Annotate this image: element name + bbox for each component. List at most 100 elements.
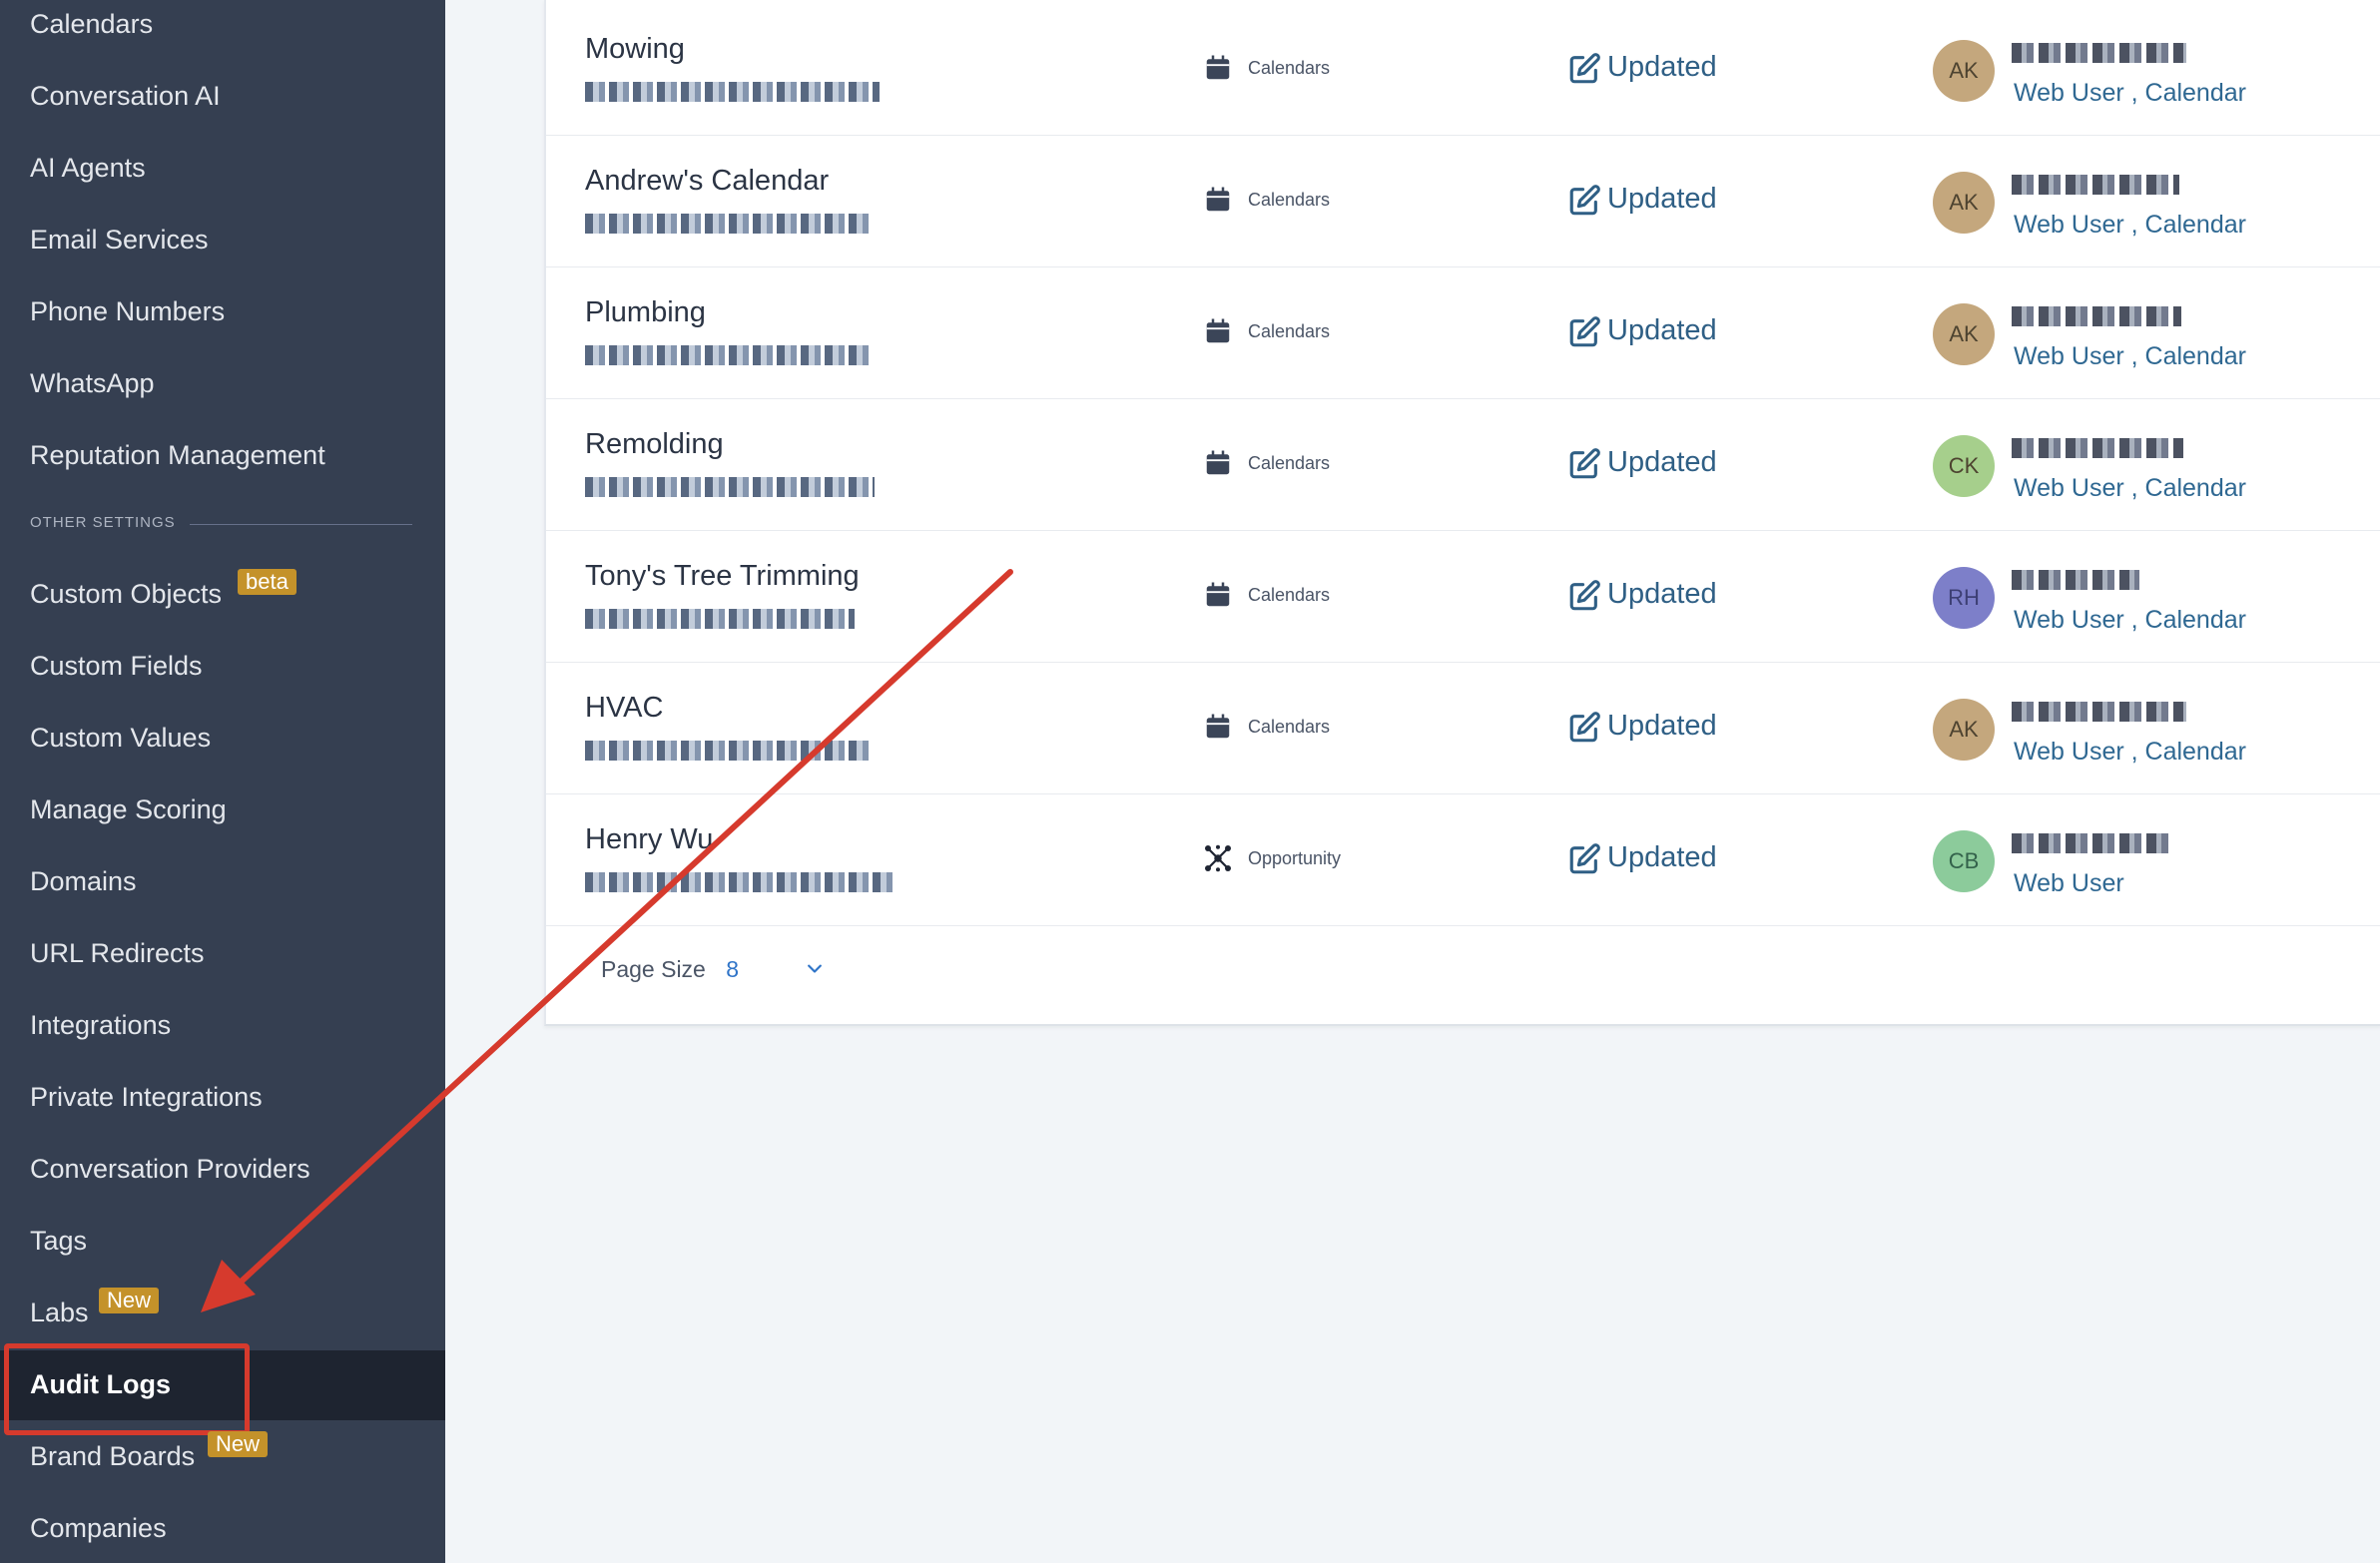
row-title: Tony's Tree Trimming xyxy=(585,560,860,592)
redacted-user-name xyxy=(2012,306,2181,326)
sidebar-item-conversation-ai[interactable]: Conversation AI xyxy=(30,79,221,113)
module-label: Calendars xyxy=(1248,58,1331,78)
sidebar-item-reputation-management[interactable]: Reputation Management xyxy=(30,438,325,472)
page-size-label: Page Size xyxy=(601,956,706,982)
sidebar-item-tags[interactable]: Tags xyxy=(30,1224,87,1258)
module-label: Calendars xyxy=(1248,585,1331,605)
table-row[interactable]: Henry Wu Opportunity Updated CB Web User xyxy=(546,793,2380,926)
row-title: HVAC xyxy=(585,692,664,724)
table-row[interactable]: Mowing Calendars Updated AK Web User , C… xyxy=(546,3,2380,136)
module-label: Calendars xyxy=(1248,190,1331,210)
sidebar-item-labs[interactable]: Labs xyxy=(30,1296,89,1329)
opportunity-icon xyxy=(1205,844,1231,872)
row-title: Remolding xyxy=(585,428,724,460)
redacted-id xyxy=(585,477,875,497)
section-divider xyxy=(190,524,412,525)
page-size-value[interactable]: 8 xyxy=(726,956,739,982)
action-label: Updated xyxy=(1607,710,1717,742)
sidebar-item-custom-objects[interactable]: Custom Objects xyxy=(30,577,222,611)
redacted-id xyxy=(585,741,871,761)
sidebar-item-conversation-providers[interactable]: Conversation Providers xyxy=(30,1152,310,1186)
sidebar-item-phone-numbers[interactable]: Phone Numbers xyxy=(30,294,225,328)
avatar: AK xyxy=(1933,40,1995,102)
table-row[interactable]: Tony's Tree Trimming Calendars Updated R… xyxy=(546,530,2380,663)
edit-icon xyxy=(1569,316,1600,347)
calendar-icon xyxy=(1206,450,1230,475)
action-label: Updated xyxy=(1607,183,1717,215)
sidebar-item-whatsapp[interactable]: WhatsApp xyxy=(30,366,155,400)
action-label: Updated xyxy=(1607,578,1717,610)
beta-badge: beta xyxy=(238,569,297,595)
calendar-icon xyxy=(1206,714,1230,739)
chevron-down-icon[interactable] xyxy=(805,959,825,979)
calendar-icon xyxy=(1206,187,1230,212)
row-title: Plumbing xyxy=(585,296,706,328)
user-source: Web User , Calendar xyxy=(2014,738,2246,766)
user-source: Web User , Calendar xyxy=(2014,474,2246,502)
table-row[interactable]: Remolding Calendars Updated CK Web User … xyxy=(546,398,2380,531)
action-label: Updated xyxy=(1607,314,1717,346)
avatar: RH xyxy=(1933,567,1995,629)
user-source: Web User , Calendar xyxy=(2014,211,2246,239)
edit-icon xyxy=(1569,185,1600,216)
avatar: AK xyxy=(1933,699,1995,761)
module-label: Calendars xyxy=(1248,717,1331,737)
redacted-id xyxy=(585,214,870,234)
calendar-icon xyxy=(1206,318,1230,343)
sidebar-item-url-redirects[interactable]: URL Redirects xyxy=(30,936,205,970)
module-label: Calendars xyxy=(1248,453,1331,473)
edit-icon xyxy=(1569,843,1600,874)
page-size-selector[interactable]: Page Size 8 xyxy=(601,956,822,983)
edit-icon xyxy=(1569,580,1600,611)
avatar: AK xyxy=(1933,172,1995,234)
user-source: Web User , Calendar xyxy=(2014,342,2246,370)
avatar: CB xyxy=(1933,830,1995,892)
section-label-other-settings: OTHER SETTINGS xyxy=(30,514,176,531)
redacted-user-name xyxy=(2012,570,2139,590)
redacted-user-name xyxy=(2012,702,2186,722)
sidebar-item-manage-scoring[interactable]: Manage Scoring xyxy=(30,792,227,826)
calendar-icon xyxy=(1206,582,1230,607)
calendar-icon xyxy=(1206,55,1230,80)
edit-icon xyxy=(1569,712,1600,743)
user-source: Web User , Calendar xyxy=(2014,79,2246,107)
redacted-user-name xyxy=(2012,175,2179,195)
edit-icon xyxy=(1569,448,1600,479)
sidebar-item-custom-values[interactable]: Custom Values xyxy=(30,721,211,755)
action-label: Updated xyxy=(1607,51,1717,83)
sidebar-item-custom-fields[interactable]: Custom Fields xyxy=(30,649,203,683)
sidebar: Calendars Conversation AI AI Agents Emai… xyxy=(0,0,445,1563)
avatar: CK xyxy=(1933,435,1995,497)
row-title: Andrew's Calendar xyxy=(585,165,830,197)
user-source: Web User , Calendar xyxy=(2014,606,2246,634)
sidebar-item-companies[interactable]: Companies xyxy=(30,1511,167,1545)
row-title: Henry Wu xyxy=(585,823,714,855)
redacted-id xyxy=(585,345,873,365)
sidebar-item-integrations[interactable]: Integrations xyxy=(30,1008,171,1042)
action-label: Updated xyxy=(1607,841,1717,873)
highlight-annotation-box xyxy=(4,1343,250,1435)
redacted-id xyxy=(585,872,894,892)
edit-icon xyxy=(1569,53,1600,84)
sidebar-item-ai-agents[interactable]: AI Agents xyxy=(30,151,146,185)
sidebar-item-calendars[interactable]: Calendars xyxy=(30,7,153,41)
new-badge-brand-boards: New xyxy=(208,1431,269,1457)
table-row[interactable]: Andrew's Calendar Calendars Updated AK W… xyxy=(546,135,2380,267)
audit-log-table: Mowing Calendars Updated AK Web User , C… xyxy=(544,0,2380,1026)
sidebar-item-email-services[interactable]: Email Services xyxy=(30,223,209,257)
sidebar-item-domains[interactable]: Domains xyxy=(30,864,137,898)
table-row[interactable]: Plumbing Calendars Updated AK Web User ,… xyxy=(546,266,2380,399)
redacted-user-name xyxy=(2012,833,2169,853)
sidebar-item-brand-boards[interactable]: Brand Boards xyxy=(30,1439,195,1473)
redacted-user-name xyxy=(2012,438,2183,458)
sidebar-item-private-integrations[interactable]: Private Integrations xyxy=(30,1080,263,1114)
table-row[interactable]: HVAC Calendars Updated AK Web User , Cal… xyxy=(546,662,2380,794)
new-badge-labs: New xyxy=(99,1288,160,1313)
user-source: Web User xyxy=(2014,869,2124,897)
redacted-id xyxy=(585,609,855,629)
content-background xyxy=(445,1074,2380,1563)
redacted-id xyxy=(585,82,880,102)
action-label: Updated xyxy=(1607,446,1717,478)
avatar: AK xyxy=(1933,303,1995,365)
row-title: Mowing xyxy=(585,33,685,65)
